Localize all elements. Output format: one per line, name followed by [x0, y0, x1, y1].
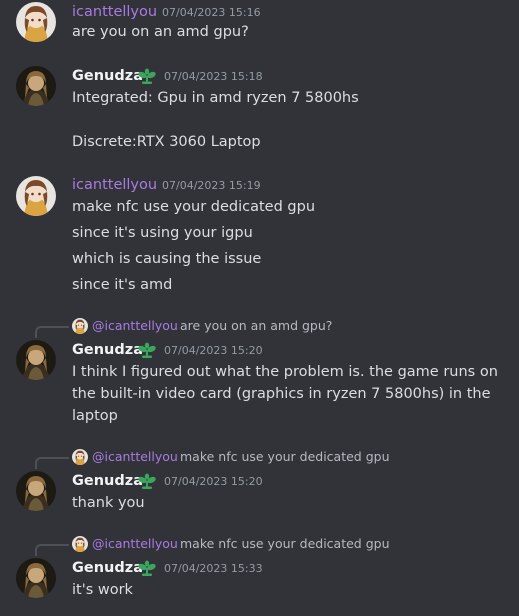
- reply-preview[interactable]: make nfc use your dedicated gpu: [180, 449, 390, 465]
- sprout-badge-icon[interactable]: [136, 559, 158, 577]
- username[interactable]: Genudza: [72, 66, 143, 86]
- message-text: are you on an amd gpu?: [72, 24, 249, 40]
- avatar[interactable]: [16, 558, 56, 598]
- timestamp[interactable]: 07/04/2023 15:20: [164, 472, 263, 492]
- message-text: Integrated: Gpu in amd ryzen 7 5800hs: [72, 90, 359, 106]
- reply-preview[interactable]: are you on an amd gpu?: [180, 318, 332, 334]
- reply-preview[interactable]: make nfc use your dedicated gpu: [180, 536, 390, 552]
- avatar[interactable]: [16, 176, 56, 216]
- reply-avatar[interactable]: [72, 449, 88, 465]
- username[interactable]: Genudza: [72, 558, 143, 578]
- avatar[interactable]: [16, 340, 56, 380]
- message-text: the built-in video card (graphics in ryz…: [72, 386, 491, 402]
- avatar[interactable]: [16, 471, 56, 511]
- timestamp[interactable]: 07/04/2023 15:18: [164, 67, 263, 87]
- message-text: laptop: [72, 408, 118, 424]
- timestamp[interactable]: 07/04/2023 15:19: [162, 176, 261, 196]
- message-text: Discrete:RTX 3060 Laptop: [72, 134, 261, 150]
- username[interactable]: icanttellyou: [72, 2, 157, 22]
- timestamp[interactable]: 07/04/2023 15:16: [162, 3, 261, 23]
- message-text: make nfc use your dedicated gpu: [72, 199, 316, 215]
- username[interactable]: Genudza: [72, 340, 143, 360]
- reply-avatar[interactable]: [72, 318, 88, 334]
- reply-username[interactable]: @icanttellyou: [92, 536, 178, 552]
- timestamp[interactable]: 07/04/2023 15:20: [164, 341, 263, 361]
- sprout-badge-icon[interactable]: [136, 341, 158, 359]
- message-text: it's work: [72, 582, 133, 598]
- reply-connector: [35, 544, 69, 556]
- message-text: since it's using your igpu: [72, 225, 253, 241]
- username[interactable]: Genudza: [72, 471, 143, 491]
- sprout-badge-icon[interactable]: [136, 67, 158, 85]
- reply-avatar[interactable]: [72, 536, 88, 552]
- message-text: since it's amd: [72, 277, 173, 293]
- avatar[interactable]: [16, 66, 56, 106]
- username[interactable]: icanttellyou: [72, 175, 157, 195]
- reply-username[interactable]: @icanttellyou: [92, 318, 178, 334]
- reply-username[interactable]: @icanttellyou: [92, 449, 178, 465]
- message-text: I think I figured out what the problem i…: [72, 364, 498, 380]
- avatar[interactable]: [16, 2, 56, 42]
- message-text: which is causing the issue: [72, 251, 262, 267]
- reply-connector: [35, 457, 69, 469]
- reply-connector: [35, 326, 69, 338]
- message-text: thank you: [72, 495, 145, 511]
- timestamp[interactable]: 07/04/2023 15:33: [164, 559, 263, 579]
- sprout-badge-icon[interactable]: [136, 472, 158, 490]
